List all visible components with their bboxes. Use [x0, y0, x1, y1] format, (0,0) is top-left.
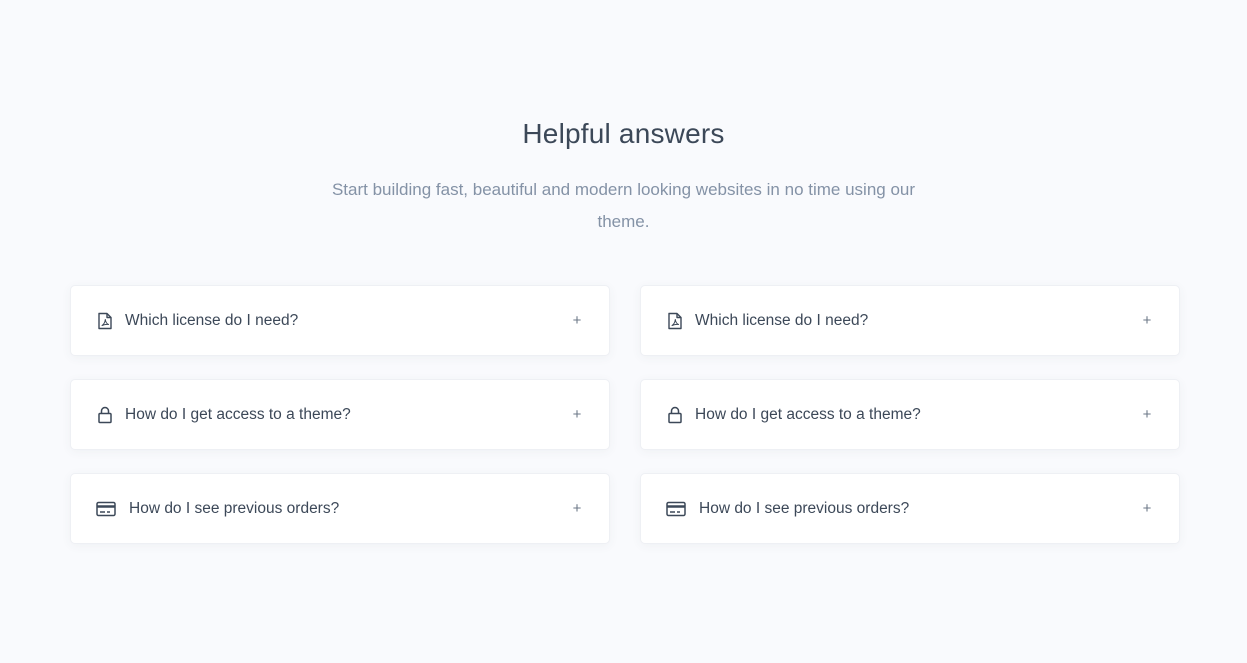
lock-icon [665, 405, 685, 425]
faq-section: Helpful answers Start building fast, bea… [0, 0, 1247, 663]
faq-question: Which license do I need? [125, 311, 299, 329]
plus-icon[interactable]: + [1139, 313, 1155, 329]
credit-card-icon [95, 499, 117, 519]
faq-item-license[interactable]: Which license do I need? + [640, 285, 1180, 356]
plus-icon[interactable]: + [569, 407, 585, 423]
file-pdf-icon [95, 311, 115, 331]
section-subtitle: Start building fast, beautiful and moder… [331, 180, 916, 231]
plus-icon[interactable]: + [569, 313, 585, 329]
faq-question: How do I see previous orders? [699, 499, 910, 517]
faq-question: How do I get access to a theme? [695, 405, 921, 423]
section-title: Helpful answers [522, 118, 725, 149]
credit-card-icon [665, 499, 687, 519]
lock-icon [95, 405, 115, 425]
faq-item-orders[interactable]: How do I see previous orders? + [640, 473, 1180, 544]
faq-item-access[interactable]: How do I get access to a theme? + [70, 379, 610, 450]
faq-question: How do I see previous orders? [129, 499, 340, 517]
faq-item-license[interactable]: Which license do I need? + [70, 285, 610, 356]
plus-icon[interactable]: + [569, 501, 585, 517]
faq-item-orders[interactable]: How do I see previous orders? + [70, 473, 610, 544]
plus-icon[interactable]: + [1139, 501, 1155, 517]
plus-icon[interactable]: + [1139, 407, 1155, 423]
file-pdf-icon [665, 311, 685, 331]
faq-question: Which license do I need? [695, 311, 869, 329]
faq-item-access[interactable]: How do I get access to a theme? + [640, 379, 1180, 450]
faq-question: How do I get access to a theme? [125, 405, 351, 423]
